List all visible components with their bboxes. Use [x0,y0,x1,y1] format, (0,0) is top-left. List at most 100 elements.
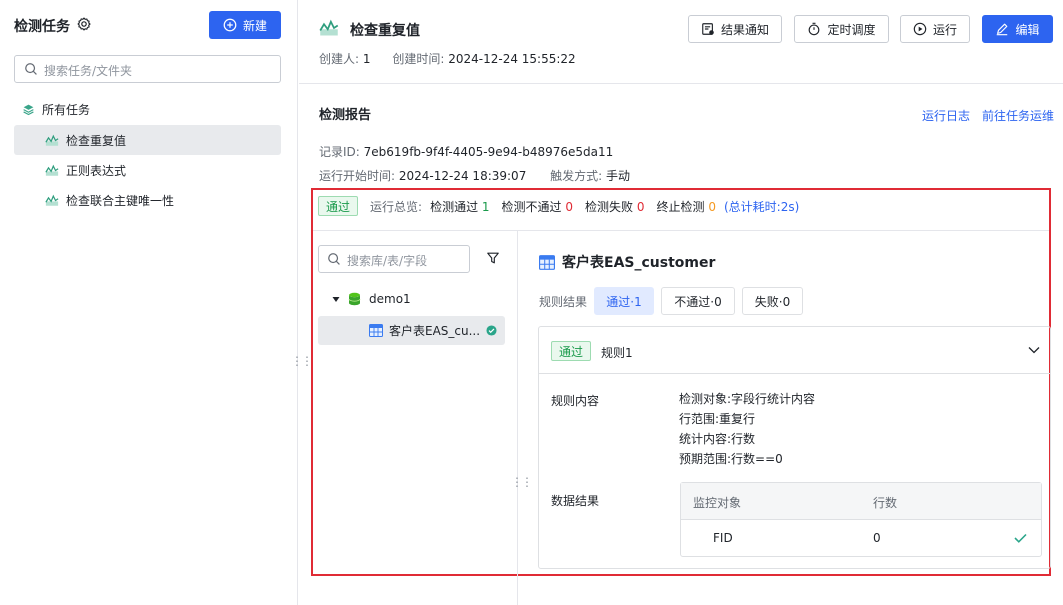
filter-error-button[interactable]: 失败·0 [742,287,803,315]
detail-table-name: 客户表EAS_customer [562,255,716,271]
fail-label: 检测不通过 [501,199,562,214]
schedule-label: 定时调度 [827,22,876,37]
record-id-value: 7eb619fb-9f4f-4405-9e94-b48976e5da11 [363,145,614,159]
plus-circle-icon [223,18,237,32]
edit-button[interactable]: 编辑 [982,15,1053,43]
run-label: 运行 [932,22,957,37]
task-item-label: 检查联合主键唯一性 [66,193,175,208]
schedule-button[interactable]: 定时调度 [794,15,889,43]
table-icon [539,254,555,270]
report-title: 检测报告 [319,108,372,123]
trigger-label: 触发方式: [550,169,603,183]
edit-label: 编辑 [1015,22,1040,37]
rule-content-line: 检测对象:字段行统计内容 [679,392,816,406]
rule-card: 通过 规则1 规则内容 检测对象:字段行统计内容 行范围:重复行 统计内容:行数… [538,326,1051,569]
creator-label: 创建人: [319,52,360,66]
task-search-input[interactable]: 搜索任务/文件夹 [14,55,281,83]
page-title: 检查重复值 [350,23,420,39]
run-start-line: 运行开始时间: 2024-12-24 18:39:07 触发方式: 手动 [319,167,630,184]
task-item-label: 检查重复值 [66,133,127,148]
cell-object: FID [713,531,733,545]
rule-result-label: 规则结果 [539,295,588,309]
rule-content-line: 行范围:重复行 [679,412,756,426]
edit-icon [997,23,1008,36]
filter-pass-button[interactable]: 通过·1 [594,287,654,315]
check-icon [1014,533,1027,543]
notification-icon [702,23,714,35]
notify-label: 结果通知 [720,22,769,37]
task-item-2[interactable]: 检查联合主键唯一性 [14,185,281,215]
gear-icon[interactable] [77,17,91,31]
run-start-value: 2024-12-24 18:39:07 [398,169,527,183]
record-id-line: 记录ID: 7eb619fb-9f4f-4405-9e94-b48976e5da… [319,143,613,160]
database-icon [348,292,361,306]
layers-icon [23,104,34,116]
search-icon [328,253,340,265]
run-overview: 通过 运行总览: 检测通过 1 检测不通过 0 检测失败 0 终止检测 0 (总… [318,196,799,216]
stopwatch-icon [809,22,820,36]
panel-split-line [517,231,518,605]
search-icon [25,63,37,75]
rule-name: 规则1 [601,346,633,360]
run-start-label: 运行开始时间: [319,169,396,183]
tree-root-label: 所有任务 [42,103,91,117]
data-result-label: 数据结果 [551,494,600,508]
notify-button[interactable]: 结果通知 [688,15,782,43]
caret-down-icon [332,297,340,302]
rule-status-badge: 通过 [551,341,592,361]
task-monitor-icon [319,19,339,37]
pass-count: 1 [481,199,490,214]
chevron-down-icon[interactable] [1028,346,1040,354]
col-header-count: 行数 [873,496,898,510]
task-ops-link[interactable]: 前往任务运维 [982,107,1054,124]
record-id-label: 记录ID: [319,145,360,159]
run-log-link[interactable]: 运行日志 [922,107,970,124]
panel-resize-handle[interactable]: ⋮⋮ [511,476,533,488]
result-table: 监控对象 行数 FID 0 [680,482,1042,557]
overview-label: 运行总览: [370,199,423,214]
rule-content-line: 统计内容:行数 [679,432,756,446]
trigger-value: 手动 [606,169,631,183]
detail-title: 客户表EAS_customer [539,252,715,272]
rule-content-label: 规则内容 [551,394,600,408]
pass-label: 检测通过 [430,199,479,214]
task-item-label: 正则表达式 [66,163,127,178]
task-monitor-icon [45,134,59,146]
task-item-0[interactable]: 检查重复值 [14,125,281,155]
run-button[interactable]: 运行 [900,15,970,43]
task-monitor-icon [45,164,59,176]
status-badge: 通过 [318,196,359,216]
play-circle-icon [913,22,927,36]
created-label: 创建时间: [392,52,445,66]
task-item-1[interactable]: 正则表达式 [14,155,281,185]
table-icon [369,324,383,337]
result-table-header: 监控对象 行数 [681,483,1041,520]
search-placeholder: 搜索库/表/字段 [347,254,428,268]
sidebar-title: 检测任务 [14,19,70,35]
error-count: 0 [636,199,645,214]
check-circle-icon [486,325,497,336]
tree-node-table[interactable]: 客户表EAS_cu... [318,316,505,345]
db-name: demo1 [369,292,411,306]
tree-node-db[interactable]: demo1 [332,292,411,306]
total-duration: (总计耗时:2s) [724,199,800,214]
created-value: 2024-12-24 15:55:22 [448,52,576,66]
panel-divider [313,230,1049,231]
sidebar: 检测任务 新建 搜索任务/文件夹 所有任务 检查重复值 正则表达式 检查联合主键… [0,0,298,605]
stop-label: 终止检测 [656,199,705,214]
filter-icon[interactable] [486,251,500,265]
fail-count: 0 [565,199,574,214]
rule-content-lines: 检测对象:字段行统计内容 行范围:重复行 统计内容:行数 预期范围:行数==0 [679,389,815,469]
cell-count: 0 [873,531,881,545]
new-task-button[interactable]: 新建 [209,11,281,39]
sidebar-resize-handle[interactable]: ⋮⋮ [291,355,313,367]
error-label: 检测失败 [585,199,634,214]
rule-card-header[interactable]: 通过 规则1 [539,327,1050,374]
filter-fail-button[interactable]: 不通过·0 [661,287,735,315]
header-divider [299,83,1063,84]
col-header-object: 监控对象 [693,496,742,510]
tree-root-all-tasks[interactable]: 所有任务 [22,101,90,118]
search-placeholder: 搜索任务/文件夹 [44,64,133,78]
table-search-input[interactable]: 搜索库/表/字段 [318,245,470,273]
table-row: FID 0 [681,520,1041,557]
